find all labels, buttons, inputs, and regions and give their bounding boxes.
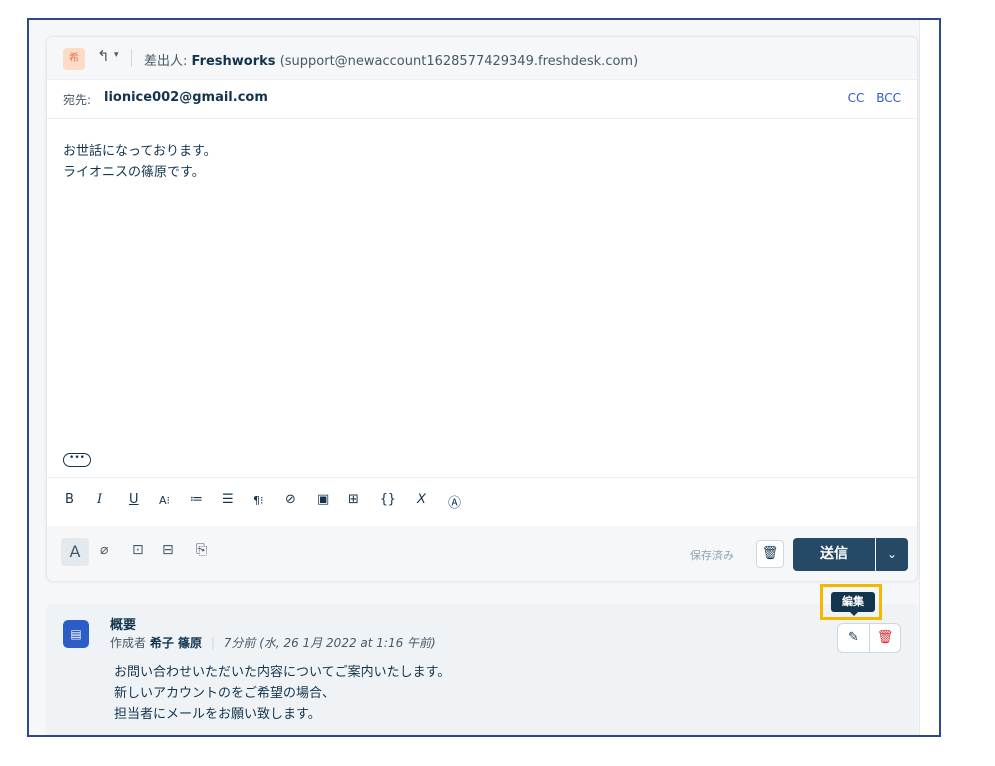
- paragraph-icon[interactable]: ¶⁝: [253, 494, 264, 507]
- from-field[interactable]: 差出人: Freshworks (support@newaccount16285…: [144, 50, 638, 69]
- ordered-list-icon[interactable]: ≔: [190, 492, 203, 507]
- note-time-ago: 7分前: [223, 636, 256, 650]
- edit-tooltip: 編集: [831, 592, 875, 612]
- from-name: Freshworks: [191, 54, 276, 69]
- author-prefix: 作成者: [110, 636, 147, 650]
- template-icon[interactable]: ⎘: [196, 542, 207, 558]
- sender-avatar: 希: [63, 48, 85, 70]
- composer-footer: A ⌀ ⊡ ⊟ ⎘ 保存済み 🗑 送信 ⌄: [47, 526, 917, 581]
- bullet-list-icon[interactable]: ☰: [222, 492, 234, 507]
- underline-icon[interactable]: U: [129, 492, 139, 507]
- tooltip-arrow: [849, 611, 859, 616]
- attachment-icon[interactable]: ⌀: [100, 542, 108, 558]
- to-address[interactable]: lionice002@gmail.com: [104, 90, 268, 105]
- delete-note-button[interactable]: 🗑: [870, 624, 900, 652]
- show-quoted-text-icon[interactable]: •••: [63, 453, 91, 467]
- image-icon[interactable]: ▣: [317, 492, 329, 507]
- chevron-down-icon: ⌄: [886, 547, 898, 561]
- pencil-icon: ✎: [848, 630, 859, 645]
- note-title: 概要: [110, 618, 137, 633]
- trash-icon: 🗑: [876, 630, 894, 645]
- note-line: 担当者にメールをお願い致します。: [114, 707, 321, 722]
- edit-note-button[interactable]: ✎: [838, 624, 870, 652]
- note-line: お問い合わせいただいた内容についてご案内いたします。: [114, 665, 451, 680]
- private-note: ▤ 概要 作成者 希子 篠原 | 7分前 (水, 26 1月 2022 at 1…: [46, 604, 918, 735]
- note-body: お問い合わせいただいた内容についてご案内いたします。 新しいアカウントのをご希望…: [114, 662, 450, 725]
- composer-header: 希 ↰ ▾ 差出人: Freshworks (support@newaccoun…: [47, 37, 917, 80]
- reply-icon[interactable]: ↰: [97, 47, 110, 65]
- cc-link[interactable]: CC: [848, 91, 865, 105]
- trash-icon: 🗑: [761, 546, 779, 561]
- divider: [131, 49, 132, 67]
- solution-article-icon[interactable]: ⊟: [162, 542, 174, 558]
- bcc-link[interactable]: BCC: [876, 91, 901, 105]
- clear-format-icon[interactable]: 𝘟: [417, 492, 426, 507]
- ticket-panel: 希 ↰ ▾ 差出人: Freshworks (support@newaccoun…: [27, 18, 941, 737]
- discard-draft-button[interactable]: 🗑: [756, 540, 784, 568]
- italic-icon[interactable]: I: [97, 492, 102, 507]
- send-button[interactable]: 送信: [793, 538, 875, 571]
- chevron-down-icon[interactable]: ▾: [114, 50, 119, 60]
- to-row: 宛先: lionice002@gmail.com CC BCC: [47, 80, 917, 119]
- body-line: お世話になっております。: [63, 144, 217, 159]
- reply-composer: 希 ↰ ▾ 差出人: Freshworks (support@newaccoun…: [46, 36, 918, 581]
- saved-status: 保存済み: [690, 549, 734, 562]
- body-line: ライオニスの篠原です。: [63, 165, 205, 180]
- note-meta: 作成者 希子 篠原 | 7分前 (水, 26 1月 2022 at 1:16 午…: [110, 634, 436, 651]
- note-icon: ▤: [63, 620, 89, 648]
- to-label: 宛先:: [63, 93, 92, 107]
- right-panel-edge: [919, 20, 939, 735]
- note-actions: ✎ 🗑: [837, 623, 901, 653]
- divider: |: [210, 636, 215, 650]
- from-email: (support@newaccount1628577429349.freshde…: [279, 54, 639, 69]
- text-format-icon[interactable]: A: [61, 538, 89, 566]
- note-timestamp: (水, 26 1月 2022 at 1:16 午前): [259, 636, 436, 650]
- code-icon[interactable]: {}: [380, 492, 396, 507]
- spellcheck-icon[interactable]: Ⓐ: [448, 492, 461, 511]
- cc-bcc-links: CC BCC: [840, 91, 901, 105]
- note-line: 新しいアカウントのをご希望の場合、: [114, 686, 336, 701]
- bold-icon[interactable]: B: [65, 492, 74, 507]
- table-icon[interactable]: ⊞: [348, 492, 359, 507]
- from-label: 差出人:: [144, 54, 188, 69]
- message-body[interactable]: お世話になっております。 ライオニスの篠原です。: [63, 141, 217, 183]
- formatting-toolbar: B I U A⁝ ≔ ☰ ¶⁝ ⊘ ▣ ⊞ {} 𝘟 Ⓐ: [47, 477, 917, 527]
- canned-response-icon[interactable]: ⊡: [132, 542, 144, 558]
- link-icon[interactable]: ⊘: [285, 492, 296, 507]
- note-author[interactable]: 希子 篠原: [150, 636, 202, 650]
- font-size-icon[interactable]: A⁝: [159, 494, 170, 507]
- send-options-button[interactable]: ⌄: [876, 538, 908, 571]
